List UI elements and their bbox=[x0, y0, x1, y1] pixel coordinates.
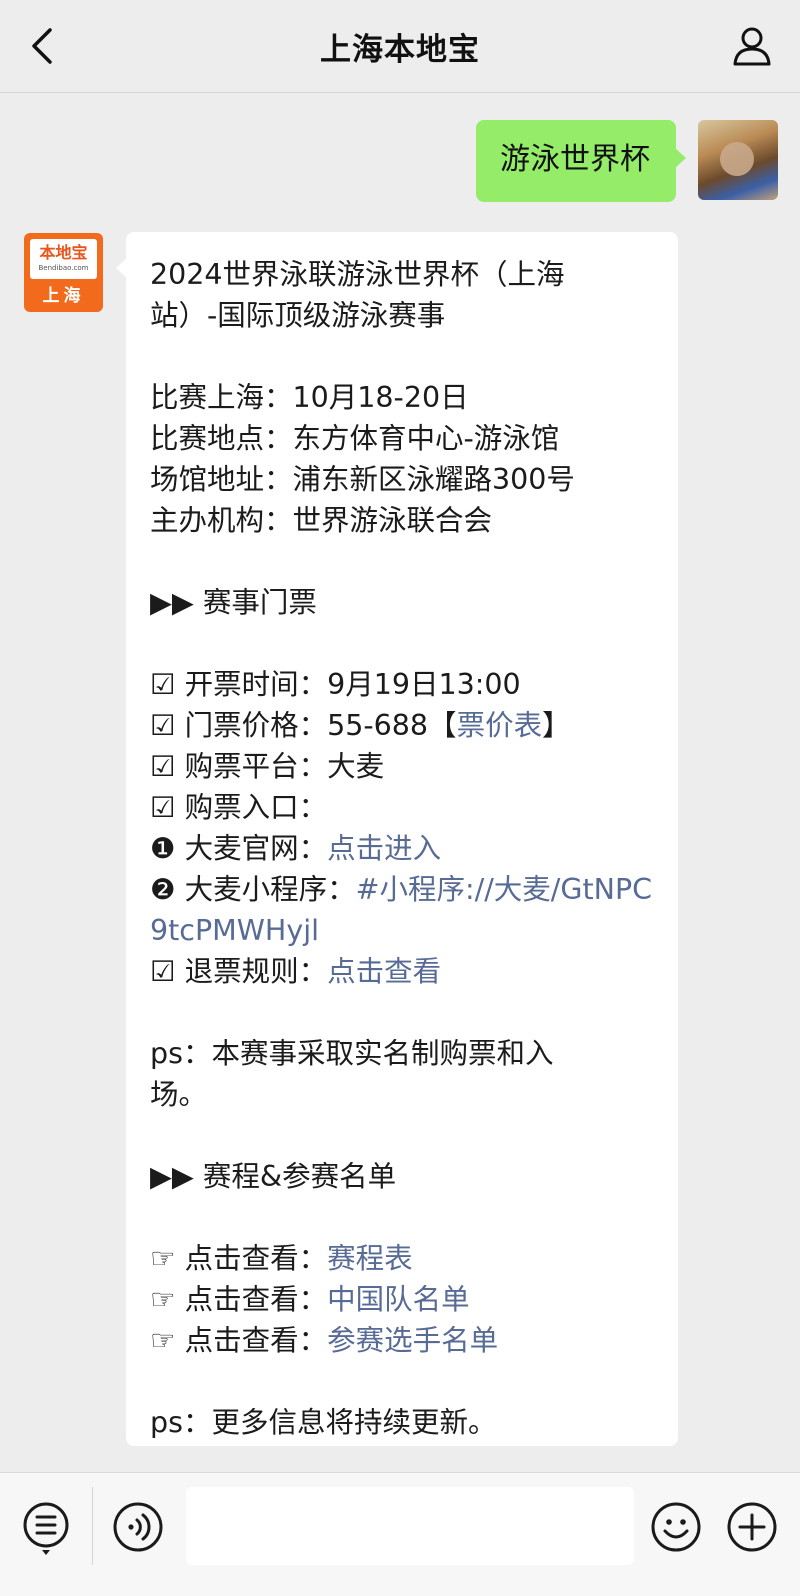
avatar-blur bbox=[720, 142, 754, 176]
divider bbox=[92, 1487, 93, 1565]
bot-logo-text: 本地宝 bbox=[39, 243, 88, 262]
plus-icon[interactable] bbox=[726, 1501, 778, 1553]
emoji-icon[interactable] bbox=[650, 1501, 702, 1553]
bot-message-bubble: 2024世界泳联游泳世界杯（上海 站）-国际顶级游泳赛事 比赛上海：10月18-… bbox=[116, 232, 678, 1446]
top-bar: 上海本地宝 bbox=[0, 0, 800, 93]
bot-message-text: 2024世界泳联游泳世界杯（上海 站）-国际顶级游泳赛事 比赛上海：10月18-… bbox=[150, 254, 660, 1443]
schedule-item: ☞ 点击查看：中国队名单 bbox=[150, 1283, 470, 1316]
schedule-item: ☞ 点击查看：参赛选手名单 bbox=[150, 1324, 499, 1357]
input-bar bbox=[0, 1472, 800, 1596]
ticket-open-time: ☑ 开票时间：9月19日13:00 bbox=[150, 668, 521, 701]
ticket-price: ☑ 门票价格：55-688【票价表】 bbox=[150, 709, 571, 742]
info-date: 比赛上海：10月18-20日 bbox=[150, 381, 469, 414]
page-title: 上海本地宝 bbox=[320, 31, 480, 68]
refund-rule-link[interactable]: 点击查看 bbox=[327, 955, 441, 988]
ps-note-2: ps：更多信息将持续更新。 bbox=[150, 1406, 497, 1439]
chevron-left-icon[interactable] bbox=[22, 22, 66, 70]
info-venue: 比赛地点：东方体育中心-游泳馆 bbox=[150, 422, 560, 455]
user-avatar[interactable] bbox=[698, 120, 778, 200]
ps-note-1: ps：本赛事采取实名制购票和入 bbox=[150, 1037, 554, 1070]
schedule-item: ☞ 点击查看：赛程表 bbox=[150, 1242, 413, 1275]
person-icon[interactable] bbox=[730, 24, 774, 68]
schedule-link[interactable]: 赛程表 bbox=[327, 1242, 413, 1275]
menu-list-icon[interactable] bbox=[22, 1501, 70, 1557]
user-message-row: 游泳世界杯 bbox=[476, 120, 778, 202]
price-table-link[interactable]: 票价表 bbox=[457, 709, 543, 742]
damai-site-link[interactable]: 点击进入 bbox=[327, 832, 441, 865]
china-team-link[interactable]: 中国队名单 bbox=[327, 1283, 470, 1316]
athlete-list-link[interactable]: 参赛选手名单 bbox=[327, 1324, 498, 1357]
section-heading-tickets: ▶▶ 赛事门票 bbox=[150, 586, 317, 619]
message-title: 2024世界泳联游泳世界杯（上海 bbox=[150, 258, 565, 291]
user-message-text: 游泳世界杯 bbox=[500, 142, 650, 177]
section-heading-schedule: ▶▶ 赛程&参赛名单 bbox=[150, 1160, 397, 1193]
refund-rule: ☑ 退票规则：点击查看 bbox=[150, 955, 442, 988]
ticket-entry: ☑ 购票入口： bbox=[150, 791, 328, 824]
bot-logo-city: 上海 bbox=[42, 286, 85, 306]
voice-icon[interactable] bbox=[112, 1501, 164, 1553]
message-input[interactable] bbox=[186, 1487, 634, 1565]
ticket-platform: ☑ 购票平台：大麦 bbox=[150, 750, 385, 783]
bot-logo-domain: Bendibao.com bbox=[38, 264, 89, 272]
damai-mini: ❷ 大麦小程序：#小程序://大麦/GtNPC9tcPMWHyjl bbox=[150, 873, 653, 947]
user-message-bubble[interactable]: 游泳世界杯 bbox=[476, 120, 686, 202]
bot-avatar[interactable]: 本地宝 Bendibao.com 上海 bbox=[24, 233, 103, 312]
bot-logo: 本地宝 Bendibao.com bbox=[30, 239, 97, 279]
damai-site: ❶ 大麦官网：点击进入 bbox=[150, 832, 442, 865]
info-organizer: 主办机构：世界游泳联合会 bbox=[150, 504, 493, 537]
info-address: 场馆地址：浦东新区泳耀路300号 bbox=[150, 463, 575, 496]
ps-note-1-cont: 场。 bbox=[150, 1078, 208, 1111]
message-title-cont: 站）-国际顶级游泳赛事 bbox=[150, 299, 446, 332]
